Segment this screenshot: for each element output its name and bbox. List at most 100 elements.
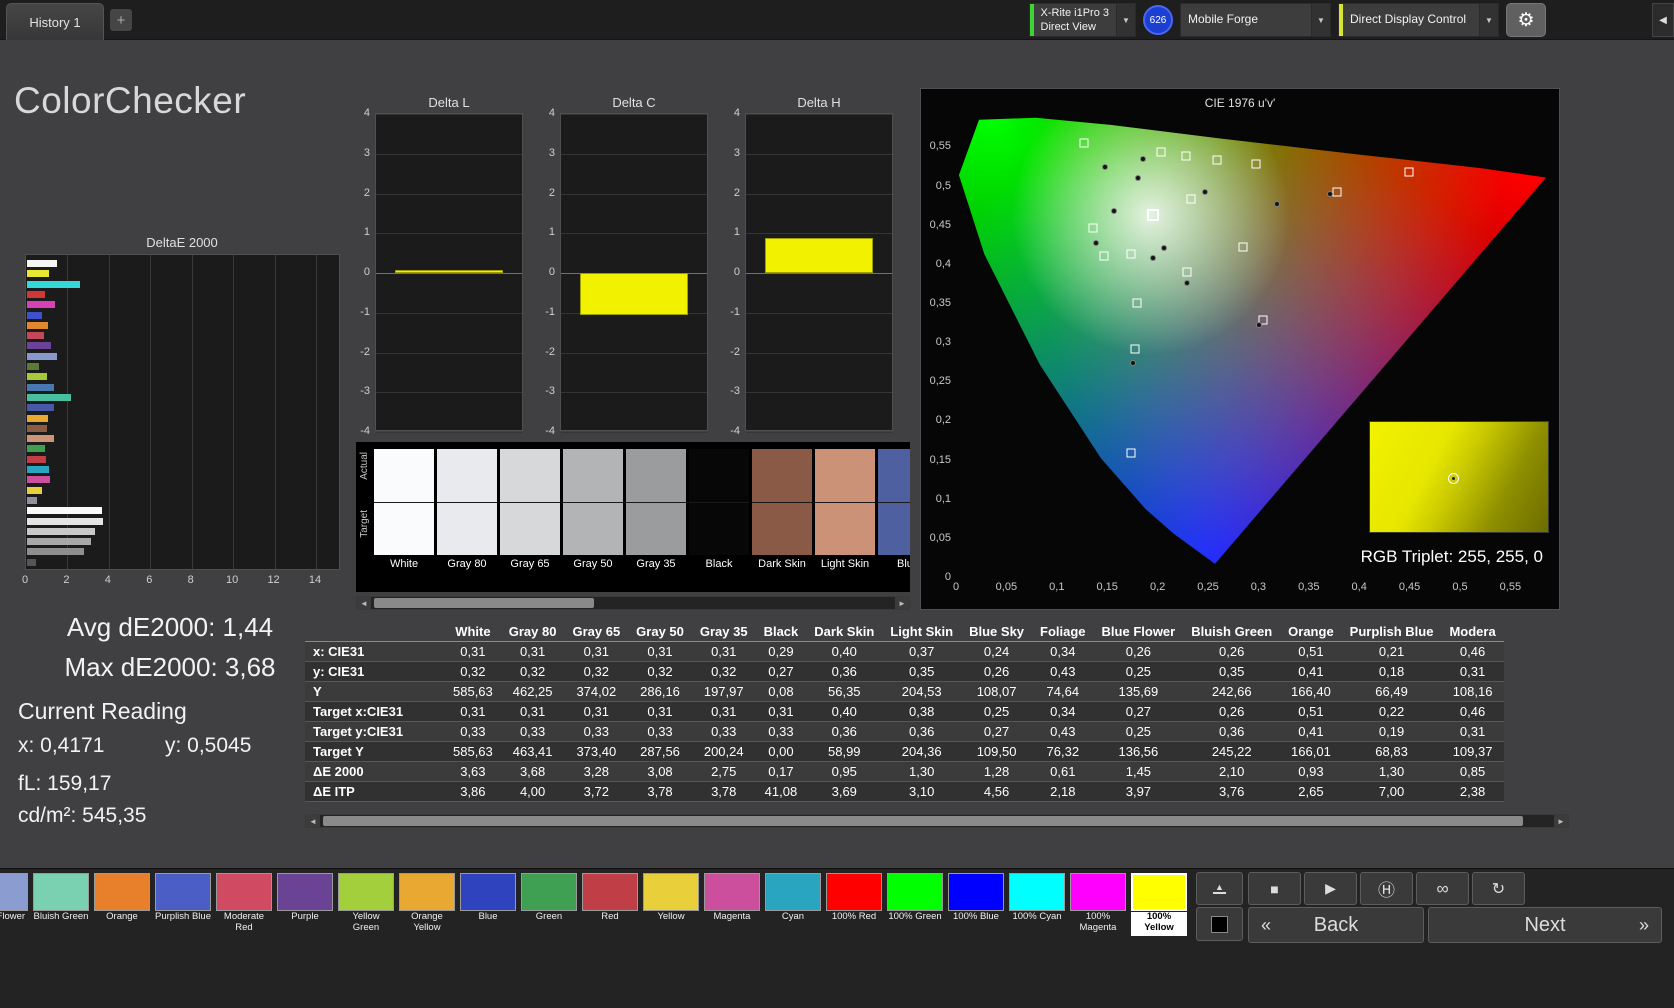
table-cell: 585,63: [445, 681, 501, 702]
table-cell: 136,56: [1093, 741, 1184, 762]
table-cell: 0,19: [1341, 721, 1442, 742]
pattern-patch-label: 100% Red: [831, 912, 877, 922]
pattern-patch-button[interactable]: Yellow: [643, 873, 699, 936]
pattern-patch-swatch: [948, 873, 1004, 911]
scroll-right-icon[interactable]: ►: [1554, 815, 1568, 827]
pattern-patch-button[interactable]: Purplish Blue: [155, 873, 211, 936]
pattern-patch-button[interactable]: Yellow Green: [338, 873, 394, 936]
table-cell: 0,32: [564, 661, 629, 682]
chevron-down-icon[interactable]: ▼: [1311, 4, 1330, 36]
pattern-patch-button[interactable]: Magenta: [704, 873, 760, 936]
source-dropdown[interactable]: Mobile Forge ▼: [1180, 3, 1331, 37]
deltae-x-tick: 12: [267, 574, 280, 586]
delta-y-tick: 1: [548, 226, 555, 239]
collapse-panel-icon[interactable]: ◀: [1652, 3, 1674, 37]
patch-comparison-strip: Actual Target White Gray 80 Gray 65 Gray 50…: [356, 442, 910, 592]
chevron-down-icon[interactable]: ▼: [1116, 4, 1135, 36]
table-cell: 0,31: [1441, 721, 1504, 742]
stop-button[interactable]: ■: [1248, 872, 1301, 905]
eject-button[interactable]: ▲: [1196, 872, 1243, 905]
table-scroll-thumb[interactable]: [323, 816, 1523, 826]
pattern-patch-button[interactable]: Blue Flower: [0, 873, 28, 936]
pattern-patch-button[interactable]: 100% Blue: [948, 873, 1004, 936]
cie-x-tick: 0,3: [1250, 581, 1267, 593]
cie-target-marker: [1099, 251, 1109, 261]
table-row-label: y: CIE31: [305, 661, 445, 682]
play-button[interactable]: ▶: [1304, 872, 1357, 905]
deltae-gridline: [108, 255, 110, 569]
table-scrollbar[interactable]: ◄ ►: [305, 814, 1569, 828]
delta-gridline: [376, 432, 522, 433]
table-cell: 3,28: [564, 761, 629, 782]
table-cell: 286,16: [628, 681, 692, 702]
reading-count-badge[interactable]: 626: [1143, 5, 1173, 35]
deltae-bar: [27, 435, 54, 443]
target-swatch: [689, 502, 749, 555]
table-cell: 0,37: [882, 641, 962, 662]
refresh-button[interactable]: ↻: [1472, 872, 1525, 905]
patch-column: White: [374, 449, 434, 573]
pattern-patch-label: Green: [535, 912, 563, 922]
table-cell: 0,36: [806, 661, 883, 682]
table-cell: 4,00: [500, 781, 565, 802]
deltae-bar: [27, 404, 54, 412]
pattern-patch-button[interactable]: 100% Cyan: [1009, 873, 1065, 936]
table-cell: 0,32: [628, 661, 692, 682]
pattern-patch-button[interactable]: Green: [521, 873, 577, 936]
deltae-bar: [27, 332, 44, 340]
table-cell: 0,36: [882, 721, 962, 742]
delta-gridline: [746, 114, 892, 115]
cie-target-marker: [1404, 167, 1414, 177]
pattern-patch-button[interactable]: 100% Yellow: [1131, 873, 1187, 936]
add-tab-button[interactable]: +: [110, 9, 132, 31]
table-cell: 0,38: [882, 701, 962, 722]
pattern-patch-label: Blue: [478, 912, 498, 922]
table-cell: 0,95: [806, 761, 883, 782]
strip-scrollbar[interactable]: ◄ ►: [356, 596, 910, 610]
scroll-left-icon[interactable]: ◄: [306, 815, 320, 827]
tab-history-1[interactable]: History 1: [6, 3, 104, 40]
actual-swatch: [563, 449, 623, 502]
actual-swatch: [878, 449, 910, 502]
pattern-patch-button[interactable]: Bluish Green: [33, 873, 89, 936]
table-cell: 0,27: [961, 721, 1033, 742]
delta-gridline: [746, 432, 892, 433]
pattern-patch-button[interactable]: Orange: [94, 873, 150, 936]
history-button[interactable]: Ⓗ: [1360, 872, 1413, 905]
cie-measurement-marker: [1160, 245, 1167, 252]
deltae-gridline: [150, 255, 152, 569]
pattern-patch-button[interactable]: Blue: [460, 873, 516, 936]
loop-button[interactable]: ∞: [1416, 872, 1469, 905]
delta-gridline: [376, 312, 522, 314]
chevron-down-icon[interactable]: ▼: [1479, 4, 1498, 36]
table-cell: 7,00: [1341, 781, 1442, 802]
pattern-window-button[interactable]: [1196, 907, 1243, 941]
gear-icon[interactable]: ⚙: [1506, 3, 1546, 37]
table-cell: 287,56: [628, 741, 692, 762]
strip-scroll-thumb[interactable]: [374, 598, 594, 608]
display-control-dropdown[interactable]: Direct Display Control ▼: [1338, 3, 1499, 37]
meter-dropdown[interactable]: X-Rite i1Pro 3 Direct View ▼: [1028, 3, 1136, 37]
table-cell: 0,61: [1032, 761, 1094, 782]
pattern-patch-button[interactable]: 100% Green: [887, 873, 943, 936]
deltae-bar: [27, 311, 42, 319]
pattern-patch-button[interactable]: Red: [582, 873, 638, 936]
table-cell: 0,32: [445, 661, 501, 682]
cie-y-tick: 0,45: [929, 218, 951, 231]
cie-measurement-marker: [1130, 360, 1137, 367]
back-button[interactable]: « Back: [1248, 907, 1424, 943]
delta-gridline: [561, 392, 707, 394]
table-cell: 0,18: [1341, 661, 1442, 682]
pattern-patch-button[interactable]: 100% Magenta: [1070, 873, 1126, 936]
pattern-patch-button[interactable]: Moderate Red: [216, 873, 272, 936]
pattern-patch-button[interactable]: Cyan: [765, 873, 821, 936]
scroll-left-icon[interactable]: ◄: [357, 597, 371, 609]
pattern-patch-button[interactable]: Purple: [277, 873, 333, 936]
pattern-patch-button[interactable]: 100% Red: [826, 873, 882, 936]
pattern-patch-label: Magenta: [713, 912, 751, 922]
top-toolbar: History 1 + X-Rite i1Pro 3 Direct View ▼…: [0, 0, 1674, 40]
scroll-right-icon[interactable]: ►: [895, 597, 909, 609]
pattern-patch-button[interactable]: Orange Yellow: [399, 873, 455, 936]
pattern-patch-swatch: [704, 873, 760, 911]
next-button[interactable]: Next »: [1428, 907, 1662, 943]
